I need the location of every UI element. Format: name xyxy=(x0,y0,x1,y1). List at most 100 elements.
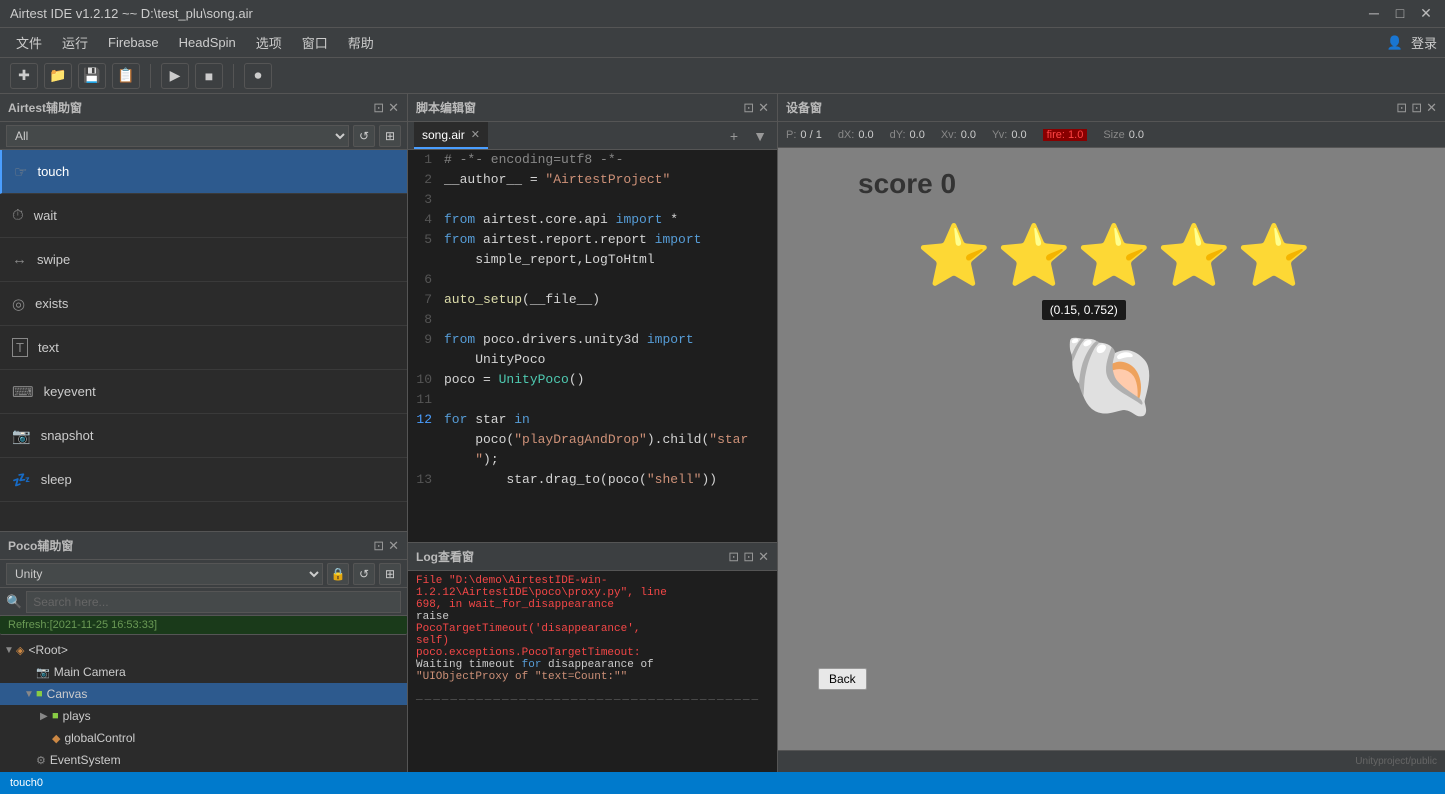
log-close-btn[interactable]: ✕ xyxy=(758,549,769,565)
star-3: ⭐ xyxy=(1077,220,1147,290)
star-5: ⭐ xyxy=(1237,220,1307,290)
main-layout: Airtest辅助窗 ⊡ ✕ All ↺ ⊞ ☞ touch ⏱ xyxy=(0,94,1445,772)
airtest-panel: Airtest辅助窗 ⊡ ✕ All ↺ ⊞ ☞ touch ⏱ xyxy=(0,94,407,532)
airtest-item-exists[interactable]: ◎ exists xyxy=(0,282,407,326)
editor-tabs: song.air ✕ + ▼ xyxy=(408,122,777,150)
sleep-icon: 💤 xyxy=(12,471,31,489)
airtest-item-sleep[interactable]: 💤 sleep xyxy=(0,458,407,502)
device-screen[interactable]: score 0 ⭐ ⭐ ⭐ ⭐ ⭐ (0.15, 0.752) 🐚 Back xyxy=(778,148,1445,750)
menu-item-options[interactable]: 选项 xyxy=(248,31,290,54)
menu-item-window[interactable]: 窗口 xyxy=(294,31,336,54)
coord-yv: Yv:0.0 xyxy=(992,129,1027,141)
coord-size: Size0.0 xyxy=(1103,129,1144,141)
login-label[interactable]: 登录 xyxy=(1411,33,1437,52)
toolbar-separator-1 xyxy=(150,64,151,88)
tree-item-event-system[interactable]: ⚙ EventSystem xyxy=(0,749,407,771)
tree-item-root[interactable]: ▼ ◈ <Root> xyxy=(0,639,407,661)
editor-panel-title: 脚本编辑窗 xyxy=(416,99,476,116)
menu-item-run[interactable]: 运行 xyxy=(54,31,96,54)
editor-tab-song[interactable]: song.air ✕ xyxy=(414,122,488,149)
log-panel: Log查看窗 ⊡ ⊡ ✕ File "D:\demo\AirtestIDE-wi… xyxy=(408,542,777,772)
airtest-item-sleep-label: sleep xyxy=(41,472,72,487)
poco-panel-header: Poco辅助窗 ⊡ ✕ xyxy=(0,532,407,560)
tab-close-song[interactable]: ✕ xyxy=(471,128,480,141)
log-line-1: File "D:\demo\AirtestIDE-win-1.2.12\Airt… xyxy=(416,575,769,599)
log-line-8: "UIObjectProxy of "text=Count:"" xyxy=(416,671,769,683)
poco-settings-btn[interactable]: ⊞ xyxy=(379,563,401,585)
airtest-refresh-btn[interactable]: ↺ xyxy=(353,125,375,147)
new-button[interactable]: ✚ xyxy=(10,63,38,89)
poco-lock-btn[interactable]: 🔒 xyxy=(327,563,349,585)
coord-p: P:0 / 1 xyxy=(786,129,822,141)
airtest-filter-select[interactable]: All xyxy=(6,125,349,147)
save-as-button[interactable]: 📋 xyxy=(112,63,140,89)
middle-panel: 脚本编辑窗 ⊡ ✕ song.air ✕ + ▼ 1# -*- encoding… xyxy=(408,94,778,772)
airtest-item-text-label: text xyxy=(38,340,59,355)
shell-image: 🐚 xyxy=(1062,332,1162,421)
poco-refresh-btn[interactable]: ↺ xyxy=(353,563,375,585)
airtest-panel-controls: ⊡ ✕ xyxy=(373,100,399,116)
save-button[interactable]: 💾 xyxy=(78,63,106,89)
menu-item-firebase[interactable]: Firebase xyxy=(100,33,167,52)
device-expand-btn[interactable]: ⊡ xyxy=(1396,100,1407,116)
log-popout-btn[interactable]: ⊡ xyxy=(743,549,754,565)
poco-device-select[interactable]: Unity xyxy=(6,563,323,585)
tab-menu-btn[interactable]: ▼ xyxy=(749,125,771,147)
editor-popout-btn[interactable]: ⊡ xyxy=(743,100,754,116)
device-footer: Unityproject/public xyxy=(778,750,1445,772)
tree-item-global-control[interactable]: ◆ globalControl xyxy=(0,727,407,749)
airtest-item-swipe[interactable]: ↔ swipe xyxy=(0,238,407,282)
airtest-panel-content: ☞ touch ⏱ wait ↔ swipe ◎ exists T text xyxy=(0,150,407,531)
text-icon: T xyxy=(12,338,28,357)
device-popout-btn[interactable]: ⊡ xyxy=(1411,100,1422,116)
device-close-btn[interactable]: ✕ xyxy=(1426,100,1437,116)
keyevent-icon: ⌨ xyxy=(12,383,34,401)
airtest-item-wait-label: wait xyxy=(34,208,57,223)
add-tab-btn[interactable]: + xyxy=(723,125,745,147)
star-1: ⭐ xyxy=(917,220,987,290)
toolbar-separator-2 xyxy=(233,64,234,88)
tree-item-plays[interactable]: ▶ ■ plays xyxy=(0,705,407,727)
stop-button[interactable]: ■ xyxy=(195,63,223,89)
exists-icon: ◎ xyxy=(12,295,25,313)
record-button[interactable]: ⏺ xyxy=(244,63,272,89)
coord-dy: dY:0.0 xyxy=(890,129,925,141)
menu-item-file[interactable]: 文件 xyxy=(8,31,50,54)
search-icon: 🔍 xyxy=(6,594,22,610)
run-button[interactable]: ▶ xyxy=(161,63,189,89)
airtest-item-snapshot[interactable]: 📷 snapshot xyxy=(0,414,407,458)
airtest-item-wait[interactable]: ⏱ wait xyxy=(0,194,407,238)
status-text: touch0 xyxy=(10,777,43,789)
maximize-button[interactable]: □ xyxy=(1391,5,1409,22)
device-header: 设备窗 ⊡ ⊡ ✕ xyxy=(778,94,1445,122)
airtest-settings-btn[interactable]: ⊞ xyxy=(379,125,401,147)
airtest-panel-header: Airtest辅助窗 ⊡ ✕ xyxy=(0,94,407,122)
airtest-panel-popout[interactable]: ⊡ xyxy=(373,100,384,116)
airtest-toolbar: All ↺ ⊞ xyxy=(0,122,407,150)
poco-panel-popout[interactable]: ⊡ xyxy=(373,538,384,554)
back-button[interactable]: Back xyxy=(818,668,867,690)
airtest-item-touch[interactable]: ☞ touch xyxy=(0,150,407,194)
menu-item-headspin[interactable]: HeadSpin xyxy=(171,33,244,52)
editor-content[interactable]: 1# -*- encoding=utf8 -*- 2__author__ = "… xyxy=(408,150,777,542)
minimize-button[interactable]: ─ xyxy=(1365,5,1383,22)
open-button[interactable]: 📁 xyxy=(44,63,72,89)
tree-arrow-root: ▼ xyxy=(4,645,16,656)
shell-container: (0.15, 0.752) 🐚 xyxy=(1062,330,1162,424)
device-footer-right: Unityproject/public xyxy=(1355,756,1437,767)
airtest-item-keyevent[interactable]: ⌨ keyevent xyxy=(0,370,407,414)
tree-item-canvas[interactable]: ▼ ■ Canvas xyxy=(0,683,407,705)
poco-search-input[interactable] xyxy=(26,591,401,613)
toolbar: ✚ 📁 💾 📋 ▶ ■ ⏺ xyxy=(0,58,1445,94)
log-panel-icon[interactable]: ⊡ xyxy=(728,549,739,565)
tree-item-main-camera[interactable]: 📷 Main Camera xyxy=(0,661,407,683)
airtest-item-exists-label: exists xyxy=(35,296,68,311)
airtest-panel-close[interactable]: ✕ xyxy=(388,100,399,116)
title-bar-title: Airtest IDE v1.2.12 ~~ D:\test_plu\song.… xyxy=(10,6,253,21)
airtest-item-text[interactable]: T text xyxy=(0,326,407,370)
close-button[interactable]: ✕ xyxy=(1417,5,1435,22)
poco-panel-close[interactable]: ✕ xyxy=(388,538,399,554)
menu-item-help[interactable]: 帮助 xyxy=(340,31,382,54)
airtest-panel-title: Airtest辅助窗 xyxy=(8,99,82,116)
editor-close-btn[interactable]: ✕ xyxy=(758,100,769,116)
